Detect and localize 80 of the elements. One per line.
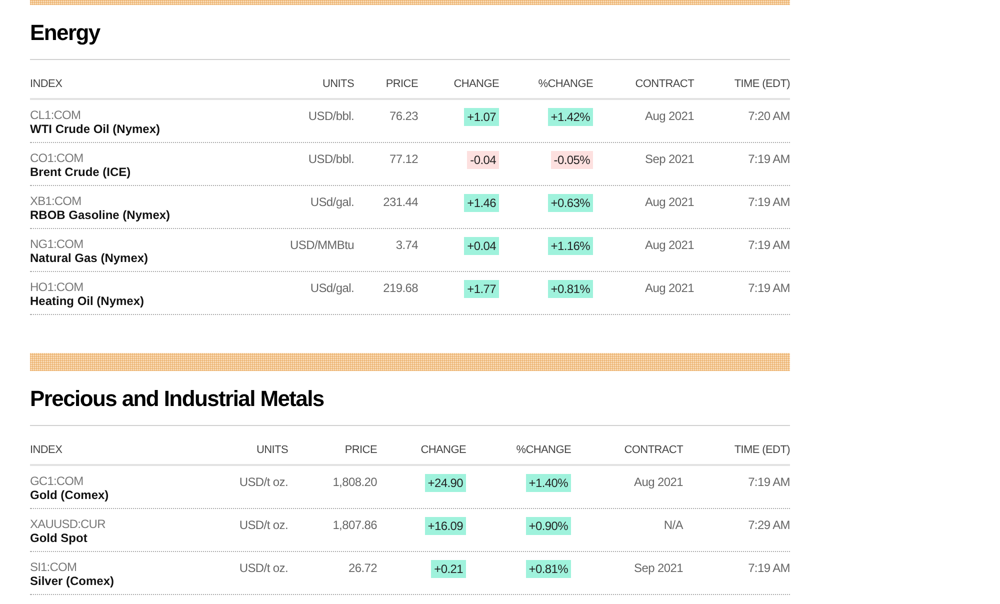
table-cell-text: USd/gal. (309, 280, 354, 296)
column-header: CHANGE (452, 78, 499, 90)
column-header: PRICE (384, 78, 418, 90)
column-header: CONTRACT (634, 78, 694, 90)
column-header: INDEX (30, 444, 64, 456)
table-cell-text: USD/bbl. (307, 151, 354, 167)
table-cell-text: 231.44 (382, 194, 418, 210)
table-cell-text: 7:19 AM (747, 194, 790, 210)
table-cell-text: USD/t oz. (238, 474, 288, 490)
section-title: Precious and Industrial Metals (30, 371, 790, 426)
table-cell-text: Sep 2021 (644, 151, 694, 167)
table-cell-text: USd/gal. (309, 194, 354, 210)
percent-change-value: +0.90% (526, 517, 571, 535)
percent-change-value: +1.42% (548, 108, 593, 126)
instrument-link[interactable]: WTI Crude Oil (Nymex) (30, 122, 160, 136)
ticker-link[interactable]: SI1:COM (30, 560, 77, 574)
percent-change-value: +1.40% (526, 474, 571, 492)
percent-change-value: +0.63% (548, 194, 593, 212)
column-header: INDEX (30, 78, 64, 90)
column-header: PRICE (344, 444, 377, 456)
change-value: +0.04 (464, 237, 499, 255)
table-cell-text: Aug 2021 (644, 280, 694, 296)
table-cell-text: 219.68 (382, 280, 418, 296)
ticker-link[interactable]: NG1:COM (30, 237, 84, 251)
table-cell-text: USD/bbl. (307, 108, 354, 124)
table-cell-text: 77.12 (388, 151, 418, 167)
table-cell-text: Aug 2021 (644, 108, 694, 124)
table-cell-text: 7:19 AM (747, 560, 790, 576)
ticker-link[interactable]: HO1:COM (30, 280, 84, 294)
table-cell-text: 7:29 AM (747, 517, 790, 533)
column-header: TIME (EDT) (733, 78, 790, 90)
percent-change-value: +0.81% (548, 280, 593, 298)
ticker-link[interactable]: CL1:COM (30, 108, 81, 122)
column-header: CHANGE (420, 444, 466, 456)
change-value: +24.90 (424, 474, 466, 492)
change-value: +1.07 (464, 108, 499, 126)
column-header: CONTRACT (623, 444, 683, 456)
column-header: %CHANGE (515, 444, 571, 456)
instrument-link[interactable]: Gold (Comex) (30, 488, 109, 502)
section-title: Energy (30, 5, 790, 60)
table-cell-text: 7:19 AM (747, 237, 790, 253)
ticker-link[interactable]: CO1:COM (30, 151, 84, 165)
table-cell-text: N/A (662, 517, 683, 533)
instrument-link[interactable]: RBOB Gasoline (Nymex) (30, 208, 170, 222)
table-cell-text: 7:19 AM (747, 151, 790, 167)
instrument-link[interactable]: Silver (Comex) (30, 574, 114, 588)
change-value: -0.04 (467, 151, 499, 169)
table-cell-text: 1,807.86 (332, 517, 377, 533)
table-cell-text: 7:19 AM (747, 474, 790, 490)
ticker-link[interactable]: XAUUSD:CUR (30, 517, 106, 531)
table-cell-text: 7:19 AM (747, 280, 790, 296)
table-cell-text: 1,808.20 (332, 474, 377, 490)
ticker-link[interactable]: XB1:COM (30, 194, 82, 208)
column-header: %CHANGE (537, 78, 593, 90)
table-cell-text: 3.74 (394, 237, 418, 253)
column-header: UNITS (255, 444, 288, 456)
instrument-link[interactable]: Heating Oil (Nymex) (30, 294, 144, 308)
change-value: +0.21 (431, 560, 466, 578)
table-cell-text: USD/t oz. (238, 517, 288, 533)
percent-change-value: +0.81% (526, 560, 571, 578)
table-cell-text: 26.72 (347, 560, 377, 576)
table-cell-text: Sep 2021 (633, 560, 683, 576)
table-cell-text: 7:20 AM (747, 108, 790, 124)
instrument-link[interactable]: Gold Spot (30, 531, 88, 545)
instrument-link[interactable]: Natural Gas (Nymex) (30, 251, 148, 265)
change-value: +1.77 (464, 280, 499, 298)
table-cell-text: Aug 2021 (644, 237, 694, 253)
column-header: TIME (EDT) (733, 444, 790, 456)
table-cell-text: Aug 2021 (644, 194, 694, 210)
percent-change-value: -0.05% (550, 151, 593, 169)
column-header: UNITS (321, 78, 354, 90)
table-cell-text: Aug 2021 (633, 474, 683, 490)
instrument-link[interactable]: Brent Crude (ICE) (30, 165, 131, 179)
change-value: +1.46 (464, 194, 499, 212)
table-cell-text: 76.23 (388, 108, 418, 124)
change-value: +16.09 (424, 517, 466, 535)
table-cell-text: USD/MMBtu (289, 237, 354, 253)
percent-change-value: +1.16% (548, 237, 593, 255)
table-cell-text: USD/t oz. (238, 560, 288, 576)
ticker-link[interactable]: GC1:COM (30, 474, 84, 488)
